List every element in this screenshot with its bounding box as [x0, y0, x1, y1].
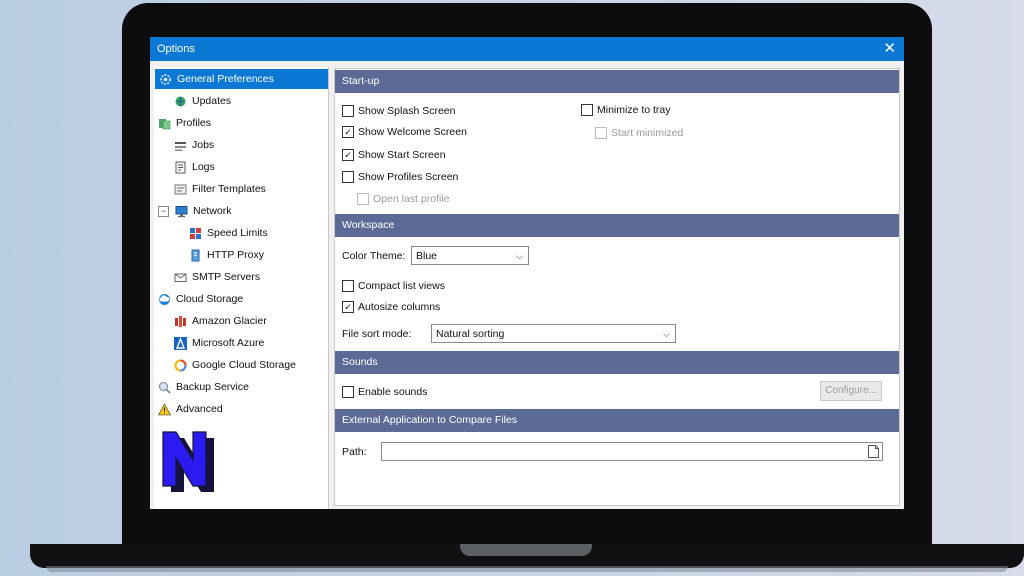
- file-sort-select[interactable]: Natural sorting ⌵: [431, 324, 676, 343]
- logs-icon: [174, 161, 187, 174]
- options-window: Options ✕ General Preferences Updates Pr…: [150, 37, 904, 509]
- tree-item-backup-service[interactable]: Backup Service: [158, 377, 249, 397]
- checkbox-box: [342, 280, 354, 292]
- tree-item-speed-limits[interactable]: Speed Limits: [189, 223, 268, 243]
- laptop-base-shadow: [46, 566, 1008, 572]
- tree-item-microsoft-azure[interactable]: Microsoft Azure: [174, 333, 264, 353]
- tree-item-label: Jobs: [192, 139, 215, 151]
- file-sort-label: File sort mode:: [342, 328, 412, 340]
- checkmark-icon: ✓: [342, 126, 354, 138]
- tree-item-amazon-glacier[interactable]: Amazon Glacier: [174, 311, 267, 331]
- checkbox-box: [581, 104, 593, 116]
- window-title: Options: [157, 43, 195, 55]
- filter-icon: [174, 183, 187, 196]
- tree-item-label: Backup Service: [176, 381, 249, 393]
- color-theme-label: Color Theme:: [342, 250, 406, 262]
- checkbox-box: [357, 193, 369, 205]
- general-preferences-panel: Start-up Show Splash Screen ✓ Show Welco…: [334, 68, 900, 506]
- tree-item-filter-templates[interactable]: Filter Templates: [174, 179, 266, 199]
- enable-sounds-checkbox[interactable]: Enable sounds: [342, 386, 427, 398]
- tree-item-label: Microsoft Azure: [192, 337, 265, 349]
- start-minimized-checkbox[interactable]: Start minimized: [595, 127, 683, 139]
- autosize-columns-checkbox[interactable]: ✓ Autosize columns: [342, 301, 440, 313]
- azure-icon: [174, 336, 187, 350]
- tree-item-label: Filter Templates: [192, 183, 266, 195]
- section-header-sounds: Sounds: [335, 351, 899, 374]
- configure-sounds-button[interactable]: Configure...: [820, 381, 882, 401]
- tree-item-smtp-servers[interactable]: SMTP Servers: [174, 267, 260, 287]
- browse-file-icon[interactable]: [868, 445, 879, 458]
- jobs-icon: [174, 139, 187, 152]
- section-header-compare: External Application to Compare Files: [335, 409, 899, 432]
- section-header-workspace: Workspace: [335, 214, 899, 237]
- mail-icon: [174, 271, 187, 284]
- checkbox-box: [342, 171, 354, 183]
- show-start-checkbox[interactable]: ✓ Show Start Screen: [342, 149, 446, 161]
- tree-item-jobs[interactable]: Jobs: [174, 135, 214, 155]
- compare-path-input[interactable]: [381, 442, 883, 461]
- warning-icon: [158, 402, 171, 416]
- google-cloud-icon: [174, 359, 187, 372]
- close-icon[interactable]: ✕: [883, 37, 896, 61]
- checkmark-icon: ✓: [342, 149, 354, 161]
- tree-item-label: Amazon Glacier: [192, 315, 267, 327]
- tree-item-profiles[interactable]: Profiles: [158, 113, 211, 133]
- network-icon: [175, 205, 188, 218]
- tree-item-cloud-storage[interactable]: Cloud Storage: [158, 289, 243, 309]
- checkmark-icon: ✓: [342, 301, 354, 313]
- backup-service-icon: [158, 381, 171, 394]
- tree-item-network[interactable]: − Network: [158, 201, 232, 221]
- window-titlebar: Options ✕: [150, 37, 904, 61]
- tree-item-label: Advanced: [176, 403, 223, 415]
- tree-item-label: Google Cloud Storage: [192, 359, 296, 371]
- tree-item-label: Profiles: [176, 117, 212, 129]
- tree-item-label: Cloud Storage: [176, 293, 244, 305]
- options-tree: General Preferences Updates Profiles Job…: [154, 67, 329, 509]
- n-logo-icon: [162, 431, 214, 492]
- laptop-notch: [460, 544, 592, 556]
- globe-update-icon: [174, 95, 187, 108]
- chevron-down-icon: ⌵: [516, 251, 523, 261]
- tree-item-label: Logs: [192, 161, 215, 173]
- tree-item-google-cloud-storage[interactable]: Google Cloud Storage: [174, 355, 296, 375]
- tree-item-label: Network: [193, 205, 232, 217]
- amazon-glacier-icon: [174, 315, 187, 328]
- tree-item-label: Speed Limits: [207, 227, 268, 239]
- chevron-down-icon: ⌵: [663, 329, 670, 339]
- checkbox-box: [342, 386, 354, 398]
- tree-item-http-proxy[interactable]: HTTP Proxy: [189, 245, 264, 265]
- collapse-toggle-icon[interactable]: −: [158, 205, 169, 217]
- compact-list-checkbox[interactable]: Compact list views: [342, 280, 445, 292]
- tree-item-advanced[interactable]: Advanced: [158, 399, 223, 419]
- show-splash-checkbox[interactable]: Show Splash Screen: [342, 105, 455, 117]
- tree-item-label: HTTP Proxy: [207, 249, 264, 261]
- open-last-profile-checkbox[interactable]: Open last profile: [357, 193, 449, 205]
- show-welcome-checkbox[interactable]: ✓ Show Welcome Screen: [342, 126, 467, 138]
- checkbox-box: [595, 127, 607, 139]
- cloud-icon: [158, 293, 171, 306]
- tree-item-general-preferences[interactable]: General Preferences: [155, 69, 328, 89]
- tree-item-label: SMTP Servers: [192, 271, 261, 283]
- proxy-icon: [189, 249, 202, 262]
- tree-item-updates[interactable]: Updates: [174, 91, 231, 111]
- checkbox-box: [342, 105, 354, 117]
- tree-item-label: General Preferences: [177, 73, 274, 85]
- color-theme-select[interactable]: Blue ⌵: [411, 246, 529, 265]
- tree-item-logs[interactable]: Logs: [174, 157, 215, 177]
- minimize-to-tray-checkbox[interactable]: Minimize to tray: [581, 104, 671, 116]
- profiles-icon: [158, 117, 171, 130]
- path-label: Path:: [342, 446, 367, 458]
- speed-icon: [189, 227, 202, 240]
- tree-item-label: Updates: [192, 95, 232, 107]
- gear-icon: [159, 73, 172, 86]
- show-profiles-checkbox[interactable]: Show Profiles Screen: [342, 171, 458, 183]
- section-header-startup: Start-up: [335, 70, 899, 93]
